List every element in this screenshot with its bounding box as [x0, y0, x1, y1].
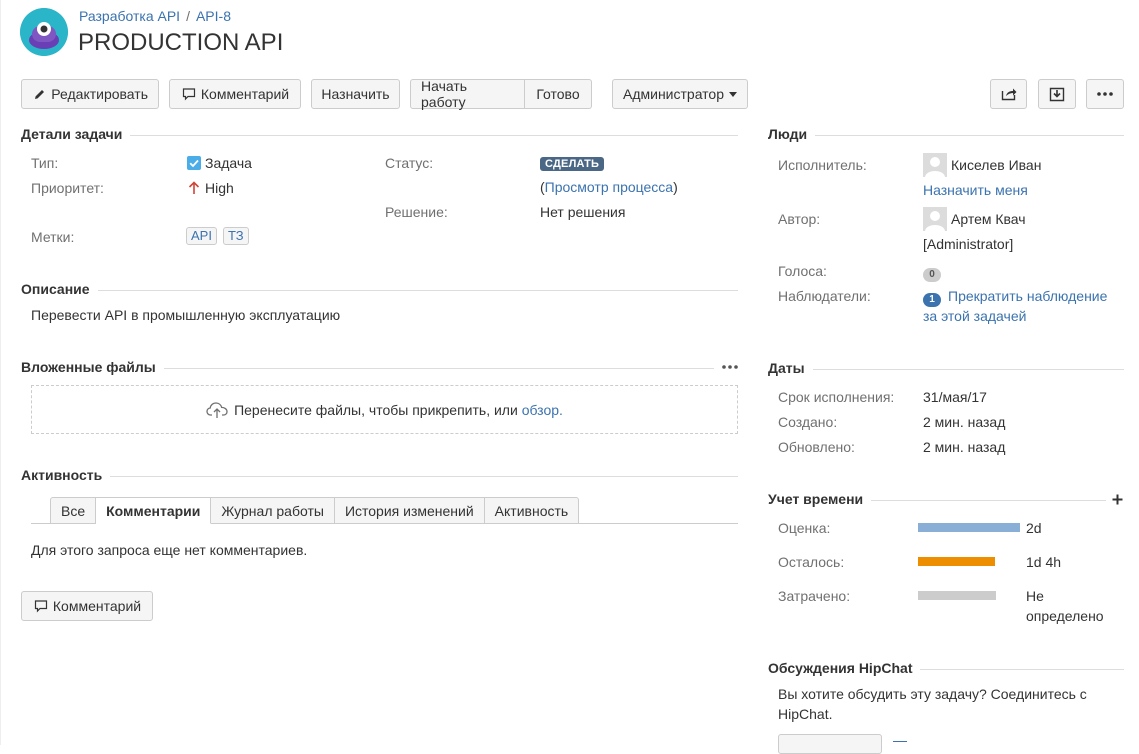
- done-button[interactable]: Готово: [525, 79, 592, 109]
- avatar: [923, 153, 947, 177]
- created-value: 2 мин. назад: [923, 414, 1006, 430]
- due-date-label: Срок исполнения:: [778, 389, 895, 405]
- estimate-value: 2d: [1026, 520, 1042, 536]
- attachments-options-icon[interactable]: [722, 358, 738, 376]
- logged-bar: [918, 591, 996, 600]
- arrow-up-icon: [187, 181, 201, 195]
- priority-label: Приоритет:: [31, 180, 104, 196]
- avatar: [923, 207, 947, 231]
- start-progress-button[interactable]: Начать работу: [410, 78, 525, 110]
- view-workflow: (Просмотр процесса): [540, 179, 678, 195]
- remaining-bar-track: [918, 557, 1020, 566]
- project-avatar-icon[interactable]: [20, 8, 68, 56]
- label-tag[interactable]: API: [186, 227, 217, 245]
- attachments-heading: Вложенные файлы: [21, 358, 738, 376]
- assign-to-me-link[interactable]: Назначить меня: [923, 182, 1028, 198]
- download-icon: [1049, 86, 1065, 102]
- edit-button[interactable]: Редактировать: [21, 79, 159, 109]
- activity-heading: Активность: [21, 466, 738, 484]
- logged-label: Затрачено:: [778, 588, 851, 604]
- watchers-badge[interactable]: 1: [923, 289, 941, 307]
- reporter-value[interactable]: Артем Квач: [923, 207, 1026, 231]
- type-label: Тип:: [31, 155, 59, 171]
- tab-all[interactable]: Все: [50, 497, 97, 524]
- status-label: Статус:: [385, 155, 434, 171]
- people-heading: Люди: [768, 125, 1124, 143]
- time-tracking-heading: Учет времени: [768, 490, 1124, 508]
- labels-label: Метки:: [31, 229, 75, 245]
- logged-value-cont: определено: [1026, 608, 1104, 624]
- hipchat-link-fragment[interactable]: [893, 741, 907, 742]
- assignee-value[interactable]: Киселев Иван: [923, 153, 1041, 177]
- remaining-label: Осталось:: [778, 554, 845, 570]
- resolution-value: Нет решения: [540, 204, 626, 220]
- ellipsis-icon: [1097, 86, 1113, 102]
- due-date-value: 31/мая/17: [923, 389, 987, 405]
- votes-badge[interactable]: 0: [923, 264, 941, 282]
- cloud-upload-icon: [206, 401, 228, 419]
- hipchat-connect-button[interactable]: [778, 734, 882, 754]
- description-text[interactable]: Перевести API в промышленную эксплуатаци…: [31, 307, 340, 323]
- type-value: Задача: [187, 155, 252, 171]
- stop-watching-link-cont[interactable]: за этой задачей: [923, 308, 1026, 324]
- tab-history[interactable]: История изменений: [334, 497, 485, 524]
- resolution-label: Решение:: [385, 204, 448, 220]
- workflow-button-group: Начать работу Готово: [410, 78, 592, 110]
- remaining-value: 1d 4h: [1026, 554, 1062, 570]
- left-edge: [0, 0, 1, 745]
- browse-link[interactable]: обзор.: [522, 402, 563, 418]
- logged-value: Не: [1026, 588, 1044, 604]
- status-badge: СДЕЛАТЬ: [540, 154, 605, 171]
- more-actions-button[interactable]: [1086, 79, 1124, 109]
- breadcrumb-issue-link[interactable]: API-8: [196, 8, 231, 24]
- priority-value: High: [187, 180, 234, 196]
- votes-label: Голоса:: [778, 263, 827, 279]
- attachment-dropzone[interactable]: Перенесите файлы, чтобы прикрепить, или …: [31, 385, 738, 434]
- tab-work-log[interactable]: Журнал работы: [211, 497, 335, 524]
- hipchat-text-cont: HipChat.: [778, 706, 833, 722]
- dates-heading: Даты: [768, 359, 1124, 377]
- estimate-label: Оценка:: [778, 520, 831, 536]
- label-tag[interactable]: ТЗ: [222, 227, 249, 245]
- no-comments-message: Для этого запроса еще нет комментариев.: [31, 542, 308, 558]
- share-button[interactable]: [990, 79, 1027, 109]
- stop-watching-link[interactable]: Прекратить наблюдение: [948, 288, 1107, 304]
- reporter-role: [Administrator]: [923, 236, 1014, 252]
- estimate-bar: [918, 523, 1020, 532]
- breadcrumb-project-link[interactable]: Разработка API: [79, 8, 180, 24]
- add-worklog-icon[interactable]: [1112, 490, 1124, 508]
- caret-down-icon: [728, 86, 737, 102]
- pencil-icon: [32, 86, 47, 102]
- estimate-bar-track: [918, 523, 1020, 532]
- hipchat-heading: Обсуждения HipChat: [768, 659, 1124, 677]
- details-heading: Детали задачи: [21, 125, 738, 143]
- assign-button[interactable]: Назначить: [311, 79, 400, 109]
- watchers-label: Наблюдатели:: [778, 288, 871, 304]
- assignee-label: Исполнитель:: [778, 157, 867, 173]
- updated-value: 2 мин. назад: [923, 439, 1006, 455]
- labels-list: API ТЗ: [186, 227, 249, 245]
- page-title: PRODUCTION API: [78, 29, 284, 56]
- comment-button[interactable]: Комментарий: [169, 79, 301, 109]
- breadcrumb: Разработка API / API-8: [79, 8, 231, 24]
- description-heading: Описание: [21, 280, 738, 298]
- task-icon: [187, 156, 201, 170]
- comment-icon: [33, 598, 49, 614]
- share-icon: [1001, 86, 1017, 102]
- comment-icon: [181, 86, 197, 102]
- tab-activity[interactable]: Активность: [484, 497, 580, 524]
- view-workflow-link[interactable]: Просмотр процесса: [545, 179, 673, 195]
- remaining-bar: [918, 557, 995, 566]
- add-comment-button[interactable]: Комментарий: [21, 591, 153, 621]
- reporter-label: Автор:: [778, 211, 821, 227]
- updated-label: Обновлено:: [778, 439, 855, 455]
- tab-comments[interactable]: Комментарии: [96, 497, 212, 524]
- admin-dropdown[interactable]: Администратор: [612, 79, 748, 109]
- export-button[interactable]: [1038, 79, 1076, 109]
- created-label: Создано:: [778, 414, 838, 430]
- hipchat-text: Вы хотите обсудить эту задачу? Соедините…: [778, 686, 1087, 702]
- activity-tabs: Все Комментарии Журнал работы История из…: [50, 497, 580, 524]
